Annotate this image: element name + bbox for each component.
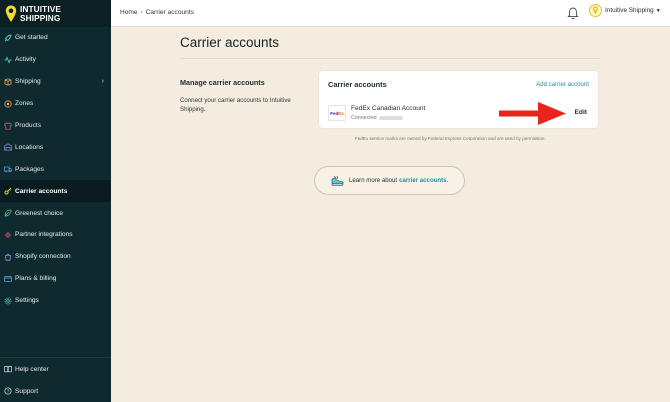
card-title: Carrier accounts (328, 80, 387, 89)
chevron-right-icon: › (101, 77, 104, 85)
truck-icon (4, 165, 12, 173)
location-pin-icon (592, 6, 599, 15)
bell-icon[interactable] (567, 7, 579, 20)
add-carrier-account-link[interactable]: Add carrier account (536, 81, 589, 88)
billing-icon (4, 275, 12, 283)
sidebar-item-carrier-accounts[interactable]: Carrier accounts (0, 180, 111, 203)
sidebar-item-label: Shipping (15, 78, 41, 86)
sidebar-item-label: Zones (15, 100, 34, 108)
breadcrumb-current: Carrier accounts (145, 9, 194, 16)
svg-text:?: ? (7, 389, 10, 394)
location-pin-icon (5, 5, 17, 22)
breadcrumb-home-link[interactable]: Home (120, 9, 138, 16)
page-title: Carrier accounts (180, 35, 280, 50)
red-arrow-annotation (499, 102, 566, 125)
title-divider (180, 58, 600, 59)
section-description: Connect your carrier accounts to Intuiti… (180, 97, 291, 113)
sidebar-item-locations[interactable]: Locations (0, 136, 111, 158)
sidebar-item-plans-billing[interactable]: Plans & billing (0, 268, 111, 290)
user-name: Intuitive Shipping (605, 7, 654, 14)
edit-account-button[interactable]: Edit (575, 109, 587, 116)
sidebar-item-label: Packages (15, 165, 44, 173)
activity-icon (4, 56, 12, 64)
sidebar-item-label: Locations (15, 143, 44, 151)
fedex-disclaimer: FedEx service marks are owned by Federal… (355, 136, 546, 141)
learn-more-banner[interactable]: Learn more about carrier accounts. (314, 166, 465, 195)
shopify-icon (4, 253, 12, 261)
fedex-logo-fed: Fed (330, 110, 339, 116)
zones-icon (4, 100, 12, 108)
section-heading: Manage carrier accounts (180, 78, 265, 87)
leaf-icon (4, 209, 12, 217)
plug-icon (4, 231, 12, 239)
sidebar-item-label: Support (15, 387, 39, 395)
brand-line-2: SHIPPING (20, 12, 61, 23)
learn-more-link[interactable]: carrier accounts. (399, 177, 448, 184)
shipping-icon (4, 78, 12, 86)
rocket-icon (4, 34, 12, 42)
sidebar-item-label: Plans & billing (15, 275, 57, 283)
brand-name: INTUITIVE SHIPPING (20, 5, 61, 22)
breadcrumb: Home › Carrier accounts (120, 9, 194, 16)
redacted-account-number (378, 116, 403, 120)
brand-logo[interactable]: INTUITIVE SHIPPING (0, 0, 111, 27)
warehouse-icon (4, 143, 12, 151)
sidebar-item-packages[interactable]: Packages (0, 158, 111, 180)
shirt-icon (4, 121, 12, 130)
sidebar-item-label: Activity (15, 56, 36, 64)
help-icon: ? (4, 387, 12, 395)
account-status-label: Connected (351, 115, 377, 121)
sidebar-item-label: Partner integrations (15, 231, 73, 239)
sidebar-item-shipping[interactable]: Shipping › (0, 71, 111, 93)
sidebar-item-help-center[interactable]: Help center (0, 358, 111, 380)
sidebar-item-label: Help center (15, 365, 49, 373)
sidebar-item-zones[interactable]: Zones (0, 93, 111, 115)
key-icon (4, 187, 12, 195)
sidebar-item-activity[interactable]: Activity (0, 49, 111, 71)
sidebar-item-products[interactable]: Products (0, 115, 111, 137)
sidebar-item-partner-integrations[interactable]: Partner integrations (0, 224, 111, 246)
sidebar-nav: Get started Activity Shipping › Zones Pr… (0, 27, 111, 312)
sneaker-icon (331, 175, 344, 186)
sidebar-item-settings[interactable]: Settings (0, 290, 111, 312)
sidebar-item-label: Get started (15, 34, 48, 42)
sidebar-item-shopify-connection[interactable]: Shopify connection (0, 246, 111, 268)
account-status: Connected (351, 115, 403, 121)
breadcrumb-separator: › (140, 9, 143, 16)
user-menu[interactable]: Intuitive Shipping ▼ (589, 4, 661, 17)
book-icon (4, 365, 12, 373)
gear-icon (4, 297, 12, 305)
sidebar-item-label: Settings (15, 297, 39, 305)
chevron-down-icon: ▼ (655, 7, 661, 14)
sidebar-item-label: Greenest choice (15, 209, 64, 217)
account-name: FedEx Canadian Account (351, 105, 426, 112)
sidebar-bottom-nav: Help center ? Support (0, 357, 111, 402)
sidebar-item-label: Products (15, 122, 42, 129)
sidebar: INTUITIVE SHIPPING Get started Activity … (0, 0, 111, 402)
avatar (589, 4, 602, 17)
fedex-logo: Fed Ex (328, 105, 346, 121)
learn-more-text: Learn more about (349, 177, 398, 184)
sidebar-item-label: Shopify connection (15, 253, 71, 261)
sidebar-item-support[interactable]: ? Support (0, 380, 111, 402)
sidebar-item-label: Carrier accounts (15, 187, 68, 195)
sidebar-item-get-started[interactable]: Get started (0, 27, 111, 49)
fedex-logo-ex: Ex (338, 110, 344, 116)
top-bar: Home › Carrier accounts Intuitive Shippi… (111, 0, 670, 27)
sidebar-item-greenest-choice[interactable]: Greenest choice (0, 202, 111, 224)
